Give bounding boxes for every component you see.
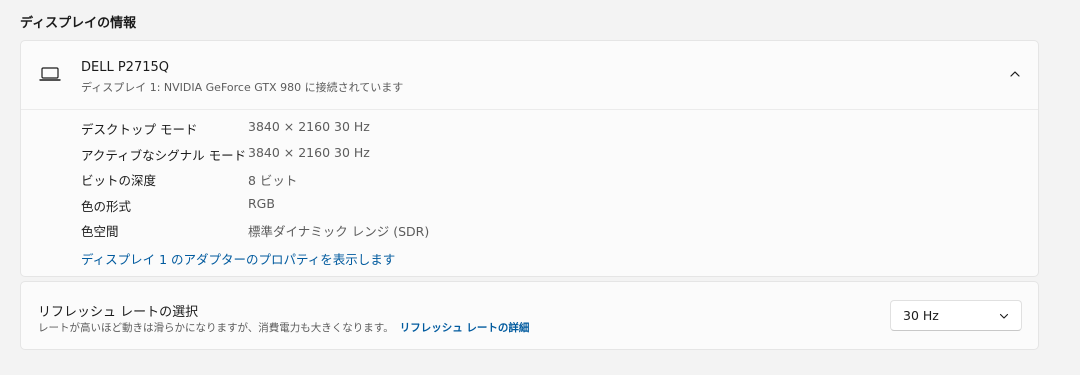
section-title: ディスプレイの情報 <box>20 16 137 31</box>
display-connection: ディスプレイ 1: NVIDIA GeForce GTX 980 に接続されてい… <box>81 81 404 94</box>
refresh-rate-dropdown[interactable]: 30 Hz <box>890 300 1022 331</box>
info-label: デスクトップ モード <box>81 122 198 137</box>
refresh-rate-title: リフレッシュ レートの選択 <box>38 305 199 320</box>
refresh-rate-selected-value: 30 Hz <box>903 308 939 323</box>
info-label: 色空間 <box>81 224 119 239</box>
info-label: アクティブなシグナル モード <box>81 148 247 163</box>
info-label: ビットの深度 <box>81 173 157 188</box>
info-label: 色の形式 <box>81 199 132 214</box>
display-header[interactable]: DELL P2715Q ディスプレイ 1: NVIDIA GeForce GTX… <box>21 41 1038 110</box>
adapter-properties-link[interactable]: ディスプレイ 1 のアダプターのプロパティを表示します <box>81 249 395 268</box>
monitor-icon <box>39 67 61 81</box>
refresh-rate-description: レートが高いほど動きは滑らかになりますが、消費電力も大きくなります。 リフレッシュ… <box>38 320 529 335</box>
info-value: RGB <box>248 196 275 211</box>
chevron-down-icon <box>999 313 1009 319</box>
chevron-up-icon[interactable] <box>1008 67 1022 81</box>
info-value: 3840 × 2160 30 Hz <box>248 119 370 134</box>
info-value: 標準ダイナミック レンジ (SDR) <box>248 224 430 239</box>
display-info-card: DELL P2715Q ディスプレイ 1: NVIDIA GeForce GTX… <box>20 40 1039 277</box>
refresh-rate-desc-text: レートが高いほど動きは滑らかになりますが、消費電力も大きくなります。 <box>38 322 394 334</box>
info-value: 8 ビット <box>248 173 298 188</box>
info-value: 3840 × 2160 30 Hz <box>248 145 370 160</box>
display-name: DELL P2715Q <box>81 60 169 75</box>
refresh-rate-details-link[interactable]: リフレッシュ レートの詳細 <box>400 322 530 334</box>
refresh-rate-card: リフレッシュ レートの選択 レートが高いほど動きは滑らかになりますが、消費電力も… <box>20 281 1039 350</box>
